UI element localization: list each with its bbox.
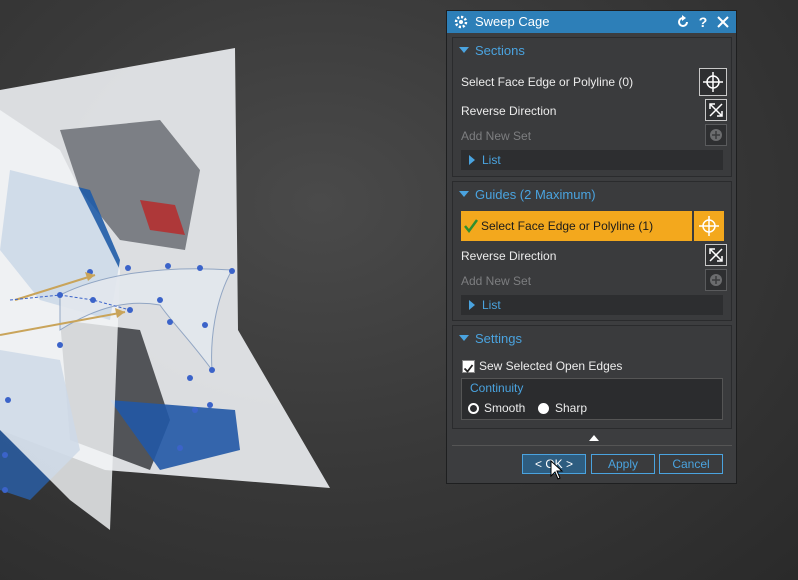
guides-panel: Guides (2 Maximum) Select Face Edge or P… — [452, 181, 732, 321]
sew-edges-checkbox[interactable] — [462, 360, 475, 373]
guides-reverse-button[interactable] — [705, 244, 727, 266]
cancel-button[interactable]: Cancel — [659, 454, 723, 474]
sections-select-row[interactable]: Select Face Edge or Polyline (0) — [461, 70, 727, 94]
settings-header[interactable]: Settings — [459, 330, 719, 348]
reverse-arrows-icon — [709, 248, 723, 262]
sections-list-toggle[interactable]: List — [461, 150, 723, 170]
checkmark-icon — [464, 219, 479, 234]
collapse-up-icon[interactable] — [589, 435, 599, 441]
sharp-radio[interactable] — [538, 403, 549, 414]
sections-list-label: List — [482, 153, 501, 167]
guides-add-row: Add New Set — [461, 269, 727, 293]
sections-add-label: Add New Set — [461, 129, 532, 143]
sew-edges-label: Sew Selected Open Edges — [479, 359, 623, 373]
guides-list-toggle[interactable]: List — [461, 295, 723, 315]
reset-icon[interactable] — [675, 14, 691, 30]
guides-reverse-label: Reverse Direction — [461, 249, 557, 263]
dialog-title: Sweep Cage — [475, 14, 550, 29]
close-icon[interactable] — [715, 14, 731, 30]
3d-viewport[interactable] — [0, 0, 445, 580]
mouse-cursor-icon — [550, 460, 564, 480]
model-scene — [0, 48, 330, 530]
guides-reverse-row[interactable]: Reverse Direction — [461, 244, 727, 268]
smooth-label: Smooth — [484, 401, 526, 415]
sections-reverse-button[interactable] — [705, 99, 727, 121]
checkmark-icon — [463, 364, 474, 373]
crosshair-icon — [703, 72, 723, 92]
gear-icon — [454, 15, 468, 29]
sharp-label: Sharp — [555, 401, 588, 415]
guides-label: Guides (2 Maximum) — [475, 187, 596, 202]
collapse-triangle-icon — [459, 191, 469, 197]
guides-header[interactable]: Guides (2 Maximum) — [459, 186, 719, 204]
sweep-cage-dialog: Sweep Cage ? Sections Select Face Edge o… — [446, 10, 737, 484]
settings-panel: Settings Sew Selected Open Edges Continu… — [452, 325, 732, 429]
continuity-label: Continuity — [470, 381, 524, 395]
settings-label: Settings — [475, 331, 522, 346]
sections-add-button — [705, 124, 727, 146]
guides-pick-button[interactable] — [694, 211, 724, 241]
guides-select-label: Select Face Edge or Polyline (1) — [481, 219, 654, 233]
sections-label: Sections — [475, 43, 525, 58]
reverse-arrows-icon — [709, 103, 723, 117]
sections-add-row: Add New Set — [461, 124, 727, 148]
expand-triangle-icon — [469, 300, 475, 310]
guides-select-row[interactable]: Select Face Edge or Polyline (1) — [461, 211, 692, 241]
sections-header[interactable]: Sections — [459, 42, 719, 60]
collapse-triangle-icon — [459, 47, 469, 53]
sections-pick-button[interactable] — [699, 68, 727, 96]
help-icon[interactable]: ? — [695, 14, 711, 30]
crosshair-icon — [699, 216, 719, 236]
sections-reverse-label: Reverse Direction — [461, 104, 557, 118]
sections-panel: Sections Select Face Edge or Polyline (0… — [452, 37, 732, 177]
add-circle-icon — [710, 129, 722, 141]
expand-triangle-icon — [469, 155, 475, 165]
guides-list-label: List — [482, 298, 501, 312]
collapse-triangle-icon — [459, 335, 469, 341]
guides-add-button — [705, 269, 727, 291]
apply-button[interactable]: Apply — [591, 454, 655, 474]
sections-select-label: Select Face Edge or Polyline (0) — [461, 75, 634, 89]
smooth-radio[interactable] — [468, 403, 479, 414]
footer-divider — [452, 445, 732, 446]
add-circle-icon — [710, 274, 722, 286]
dialog-titlebar: Sweep Cage ? — [447, 11, 736, 33]
guides-add-label: Add New Set — [461, 274, 532, 288]
continuity-group: Continuity Smooth Sharp — [461, 378, 723, 420]
sections-reverse-row[interactable]: Reverse Direction — [461, 99, 727, 123]
